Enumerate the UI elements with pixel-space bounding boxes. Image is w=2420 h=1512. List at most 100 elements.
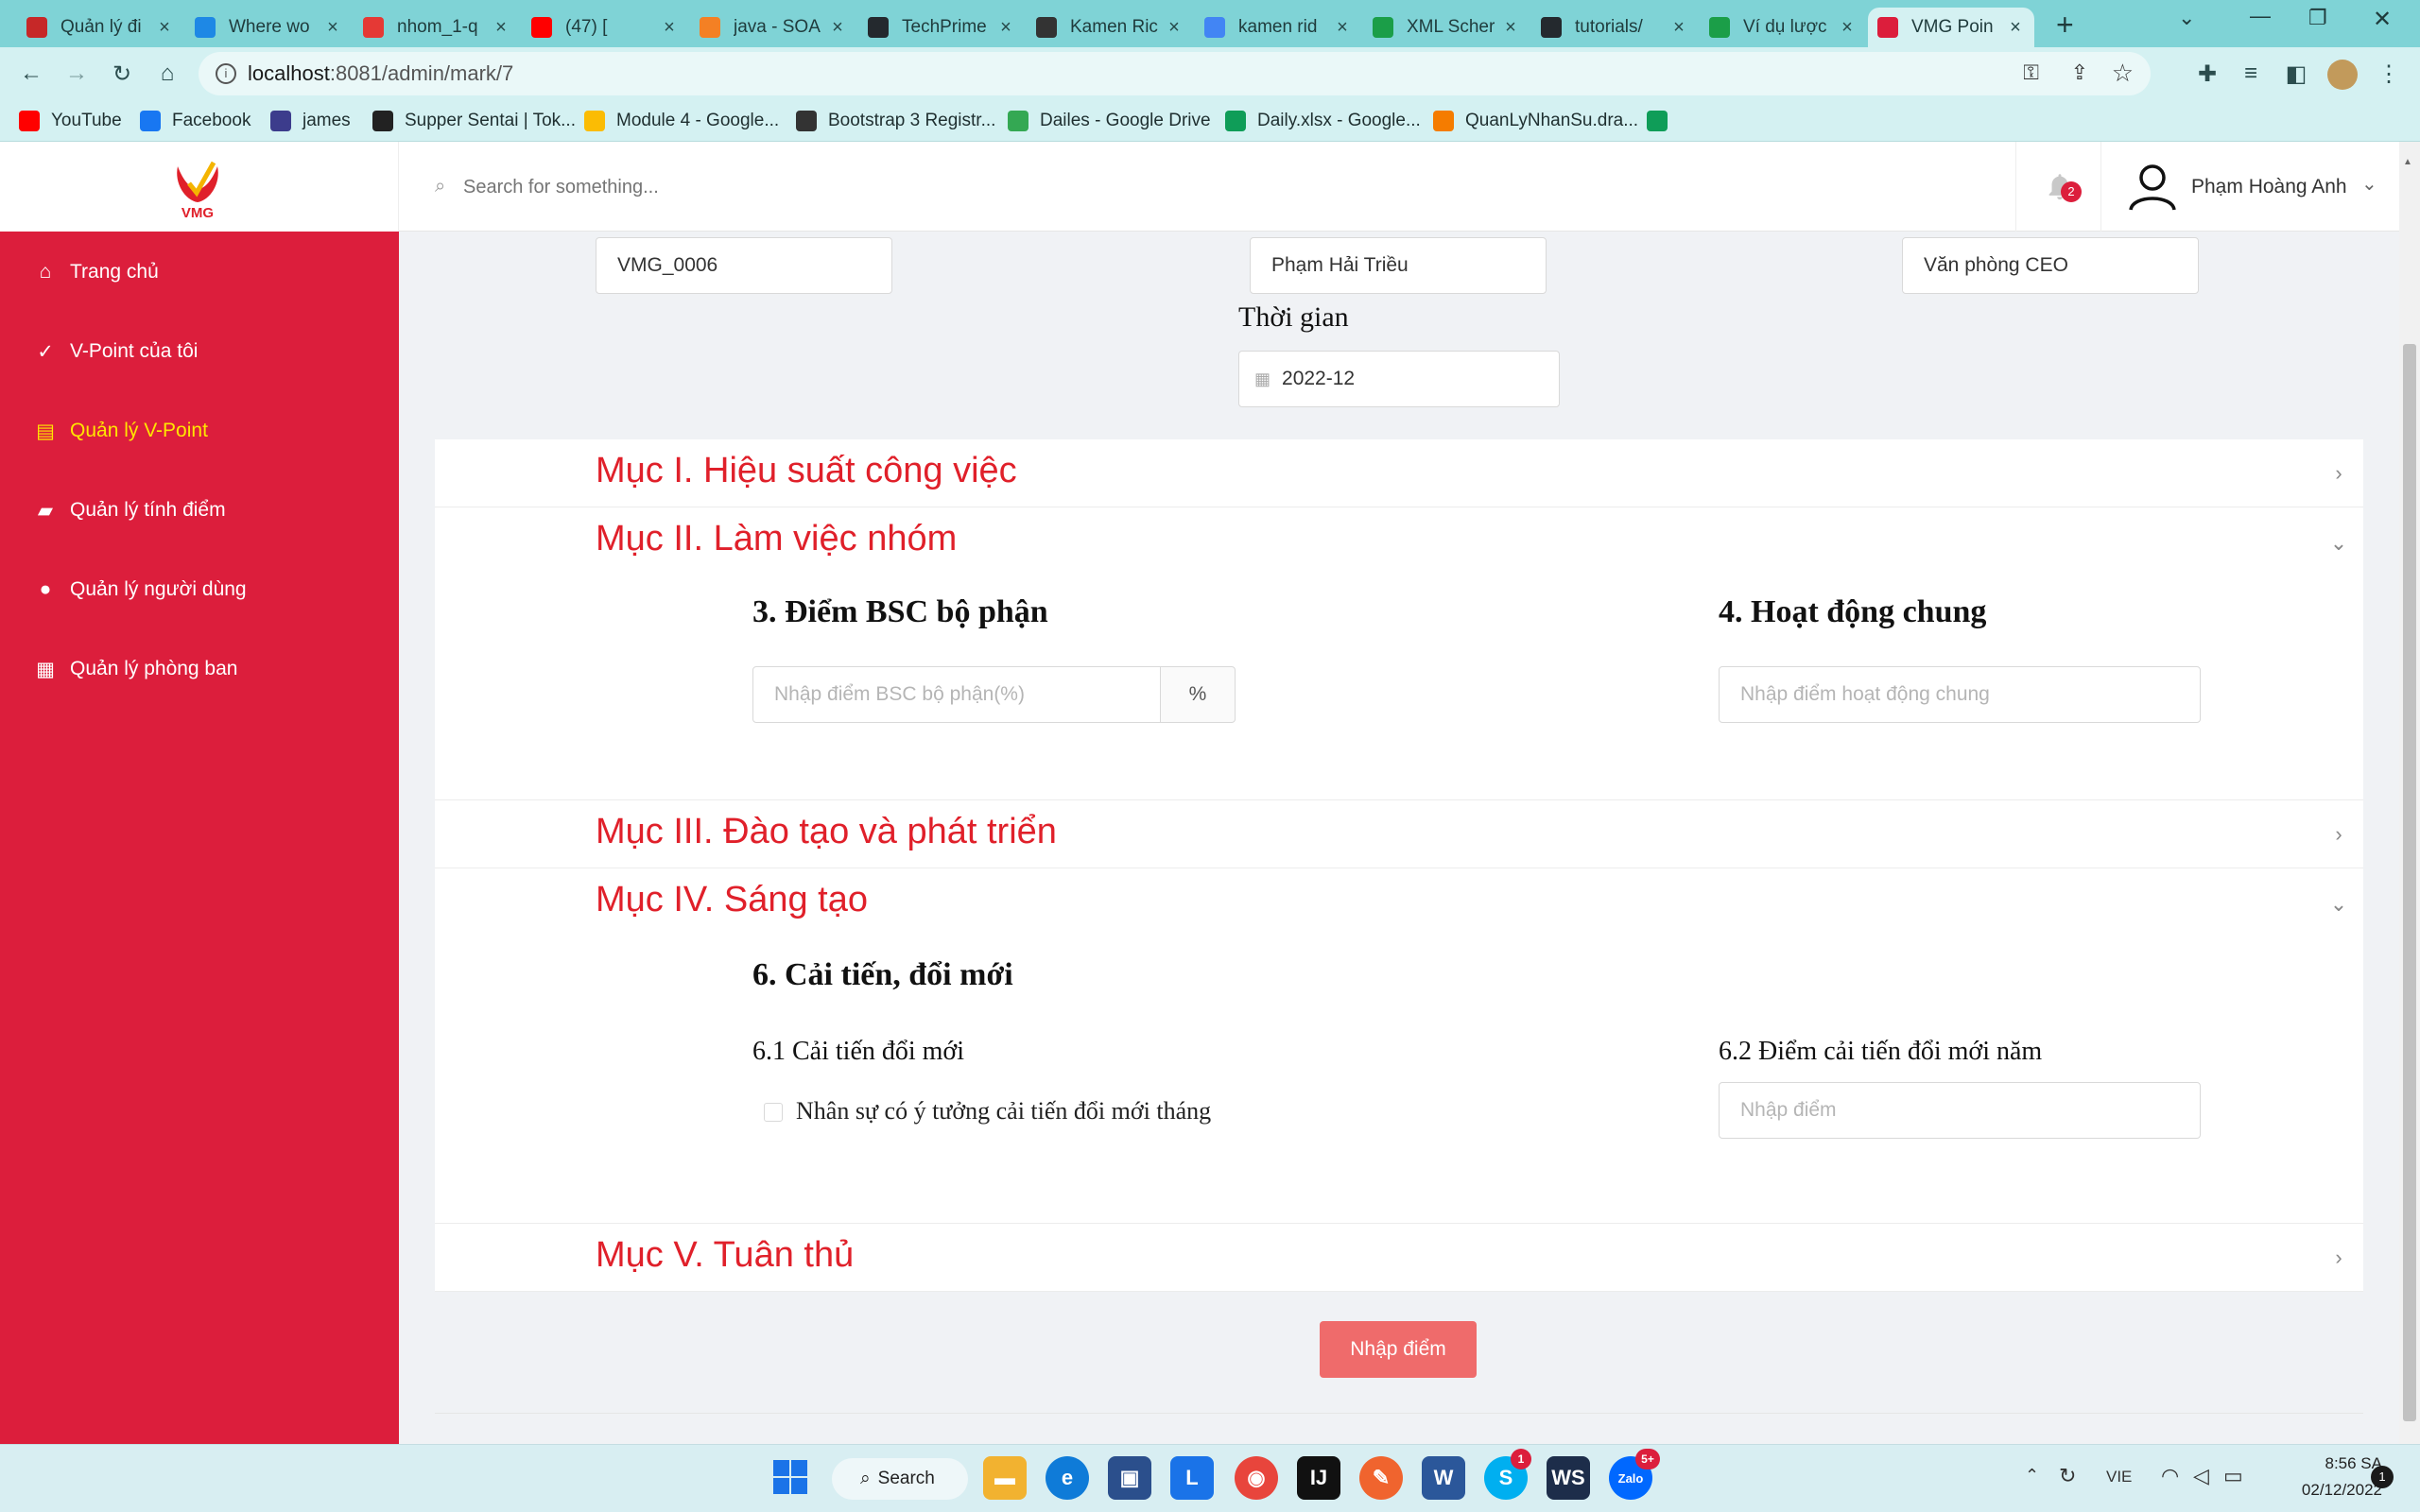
browser-tab[interactable]: kamen rid × — [1195, 8, 1361, 47]
section-4-title[interactable]: Mục IV. Sáng tạo — [596, 880, 868, 920]
intellij-icon[interactable]: IJ — [1297, 1456, 1340, 1500]
browser-tab[interactable]: nhom_1-q × — [354, 8, 520, 47]
tab-close-icon[interactable]: × — [1669, 17, 1688, 39]
address-bar[interactable]: i localhost:8081/admin/mark/7 ⚿ ⇪ ☆ — [199, 52, 2151, 95]
file-explorer-icon[interactable]: ▬ — [983, 1456, 1027, 1500]
section-1-title[interactable]: Mục I. Hiệu suất công việc — [596, 451, 1017, 491]
chevron-right-icon[interactable]: › — [2327, 1246, 2350, 1269]
sidebar-item[interactable]: ● Quản lý người dùng — [0, 565, 399, 614]
tab-close-icon[interactable]: × — [828, 17, 847, 39]
tab-close-icon[interactable]: × — [1333, 17, 1352, 39]
bookmark-item[interactable]: Daily.xlsx - Google... — [1225, 108, 1421, 134]
clock-date[interactable]: 02/12/2022 — [2269, 1481, 2382, 1500]
clock-time[interactable]: 8:56 SA — [2269, 1454, 2383, 1473]
zalo-icon[interactable]: Zalo 5+ — [1609, 1449, 1660, 1500]
bookmark-item[interactable]: Supper Sentai | Tok... — [372, 108, 576, 134]
sidebar-item[interactable]: ▤ Quản lý V-Point — [0, 406, 399, 455]
vmg-logo[interactable]: VMG — [168, 155, 227, 221]
innovation-checkbox[interactable] — [764, 1103, 783, 1122]
browser-tab[interactable]: java - SOA × — [690, 8, 856, 47]
search-input[interactable] — [463, 168, 1125, 206]
section-3-panel[interactable]: Mục III. Đào tạo và phát triển › — [435, 800, 2363, 868]
reload-icon[interactable]: ↻ — [106, 58, 138, 90]
sidebar-item[interactable]: ✓ V-Point của tôi — [0, 327, 399, 376]
activity-input[interactable]: Nhập điểm hoạt động chung — [1719, 666, 2201, 723]
sidebar-item[interactable]: ⌂ Trang chủ — [0, 248, 399, 297]
forward-icon[interactable]: → — [60, 58, 93, 90]
chevron-right-icon[interactable]: › — [2327, 822, 2350, 846]
chrome-icon[interactable]: ◉ — [1235, 1456, 1278, 1500]
word-icon[interactable]: W — [1422, 1456, 1465, 1500]
windows-start-icon[interactable] — [771, 1458, 811, 1498]
tab-close-icon[interactable]: × — [1838, 17, 1857, 39]
tab-close-icon[interactable]: × — [492, 17, 510, 39]
webstorm-icon[interactable]: WS — [1547, 1456, 1590, 1500]
share-icon[interactable]: ⇪ — [2071, 60, 2088, 85]
department-field[interactable]: Văn phòng CEO — [1902, 237, 2199, 294]
bookmark-item[interactable]: james — [270, 108, 351, 134]
store-icon[interactable]: ▣ — [1108, 1456, 1151, 1500]
star-icon[interactable]: ☆ — [2112, 59, 2134, 88]
bookmark-item[interactable]: Facebook — [140, 108, 251, 134]
extensions-icon[interactable]: ✚ — [2191, 58, 2223, 90]
restore-icon[interactable]: ❐ — [2308, 6, 2327, 30]
notification-center-badge[interactable]: 1 — [2371, 1466, 2394, 1488]
menu-icon[interactable]: ⋮ — [2373, 58, 2405, 90]
user-name[interactable]: Phạm Hoàng Anh — [2191, 176, 2347, 198]
bookmark-item[interactable]: YouTube — [19, 108, 122, 134]
key-icon[interactable]: ⚿ — [2023, 60, 2039, 85]
back-icon[interactable]: ← — [15, 58, 47, 90]
bsc-input[interactable]: Nhập điểm BSC bộ phận(%) — [752, 666, 1161, 723]
chevron-up-icon[interactable]: ⌃ — [2025, 1466, 2039, 1486]
sync-icon[interactable]: ↻ — [2059, 1464, 2076, 1488]
battery-icon[interactable]: ▭ — [2223, 1464, 2243, 1488]
bookmark-item[interactable]: Dailes - Google Drive — [1008, 108, 1211, 134]
browser-tab[interactable]: Quản lý đi × — [17, 8, 183, 47]
time-picker[interactable]: ▦ 2022-12 — [1238, 351, 1560, 407]
scrollbar[interactable]: ▲ — [2399, 142, 2420, 1444]
tab-close-icon[interactable]: × — [1165, 17, 1184, 39]
browser-tab[interactable]: XML Scher × — [1363, 8, 1530, 47]
sidepanel-icon[interactable]: ◧ — [2280, 58, 2312, 90]
media-icon[interactable]: ≡ — [2235, 58, 2267, 90]
tab-search-icon[interactable]: ⌄ — [2178, 6, 2195, 30]
postman-icon[interactable]: ✎ — [1359, 1456, 1403, 1500]
close-window-icon[interactable]: ✕ — [2373, 6, 2392, 33]
browser-tab[interactable]: Where wo × — [185, 8, 352, 47]
section-5-title[interactable]: Mục V. Tuân thủ — [596, 1235, 854, 1276]
language-indicator[interactable]: VIE — [2106, 1468, 2132, 1486]
innovation-checkbox-label[interactable]: Nhân sự có ý tưởng cải tiến đổi mới thán… — [796, 1097, 1211, 1125]
bookmark-item[interactable] — [1647, 108, 1679, 134]
wifi-icon[interactable]: ◠ — [2161, 1464, 2179, 1488]
new-tab-button[interactable]: + — [2056, 8, 2084, 42]
tab-close-icon[interactable]: × — [155, 17, 174, 39]
section-2-title[interactable]: Mục II. Làm việc nhóm — [596, 519, 957, 559]
scroll-up-icon[interactable]: ▲ — [2403, 157, 2412, 167]
minimize-icon[interactable]: — — [2250, 4, 2271, 28]
section-1-panel[interactable]: Mục I. Hiệu suất công việc › — [435, 439, 2363, 507]
browser-tab[interactable]: TechPrime × — [858, 8, 1025, 47]
edge-icon[interactable]: e — [1046, 1456, 1089, 1500]
profile-avatar[interactable] — [2327, 60, 2358, 90]
sidebar-item[interactable]: ▰ Quản lý tính điểm — [0, 486, 399, 535]
browser-tab[interactable]: Ví dụ lược × — [1700, 8, 1866, 47]
tab-close-icon[interactable]: × — [323, 17, 342, 39]
chevron-down-icon[interactable]: ⌄ — [2327, 892, 2350, 916]
bookmark-item[interactable]: QuanLyNhanSu.dra... — [1433, 108, 1638, 134]
bookmark-item[interactable]: Bootstrap 3 Registr... — [796, 108, 995, 134]
bookmark-item[interactable]: Module 4 - Google... — [584, 108, 779, 134]
innovation-score-input[interactable]: Nhập điểm — [1719, 1082, 2201, 1139]
taskbar-search[interactable]: ⌕ Search — [832, 1458, 968, 1500]
section-5-panel[interactable]: Mục V. Tuân thủ › — [435, 1224, 2363, 1292]
chevron-down-icon[interactable]: ⌄ — [2361, 172, 2377, 196]
info-icon[interactable]: i — [216, 63, 236, 84]
notification-bell-icon[interactable]: 2 — [2044, 170, 2082, 208]
chevron-right-icon[interactable]: › — [2327, 461, 2350, 485]
browser-tab[interactable]: Kamen Ric × — [1027, 8, 1193, 47]
app-l-icon[interactable]: L — [1170, 1456, 1214, 1500]
section-3-title[interactable]: Mục III. Đào tạo và phát triển — [596, 812, 1057, 852]
browser-tab[interactable]: (47) [× — [522, 8, 688, 47]
employee-code-field[interactable]: VMG_0006 — [596, 237, 892, 294]
tab-close-icon[interactable]: × — [660, 17, 679, 39]
user-avatar-icon[interactable] — [2125, 159, 2180, 214]
